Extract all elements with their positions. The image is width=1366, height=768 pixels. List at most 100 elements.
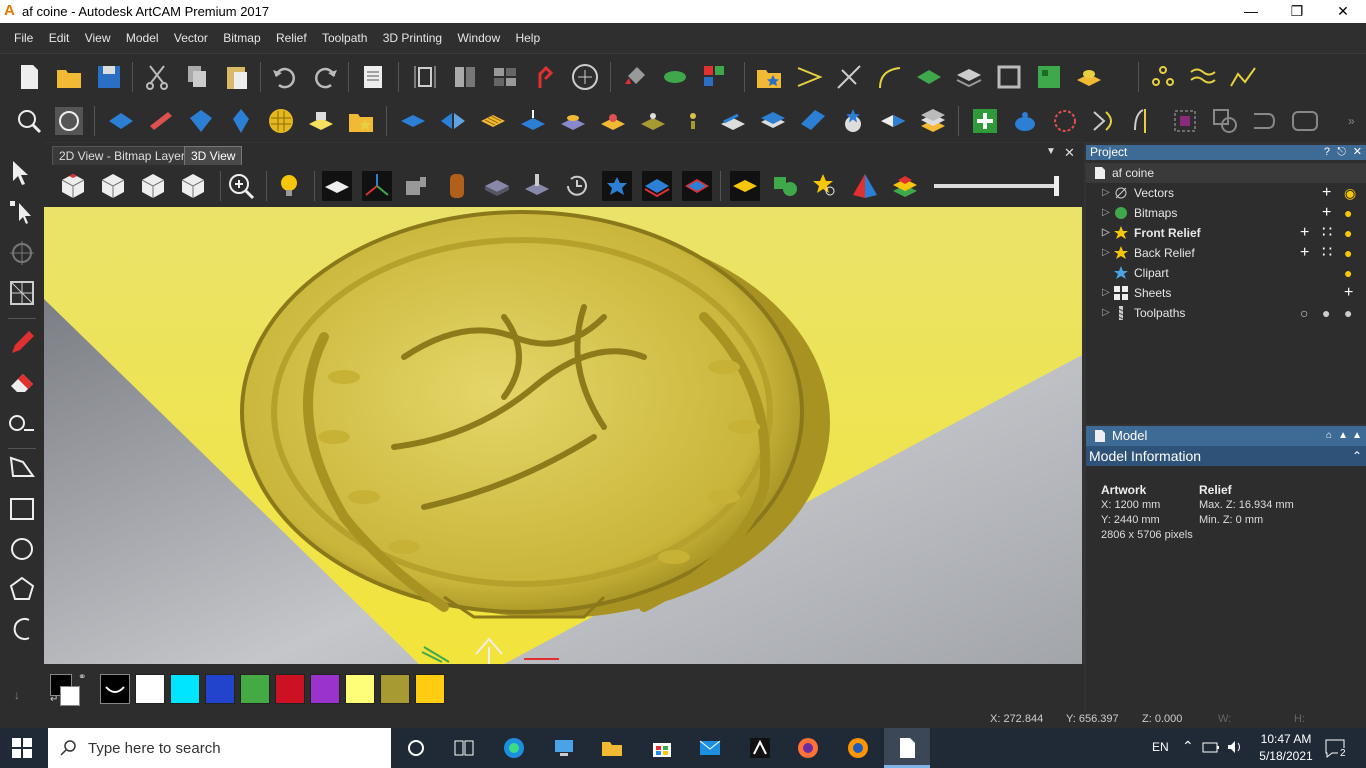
tree-item-clipart[interactable]: Clipart ● [1086, 263, 1366, 283]
mirror-vector-icon[interactable] [1130, 106, 1160, 136]
expand-panel-icon[interactable]: ▲ [1352, 426, 1362, 446]
windows-start-icon[interactable] [12, 738, 32, 758]
select-arrow-icon[interactable] [7, 158, 37, 188]
color-layers-icon[interactable] [890, 171, 920, 201]
distort-icon[interactable] [7, 278, 37, 308]
mail-icon[interactable] [698, 736, 722, 760]
relief-shape-icon[interactable] [106, 106, 136, 136]
mirror-icon[interactable] [450, 62, 480, 92]
new-file-icon[interactable] [14, 62, 44, 92]
polyline-draw-icon[interactable] [7, 452, 37, 482]
model-size-icon[interactable] [410, 62, 440, 92]
align-icon[interactable] [1090, 106, 1120, 136]
app-tools-icon[interactable] [748, 736, 772, 760]
shapes-outline-icon[interactable] [1210, 106, 1240, 136]
secondary-color-swatch[interactable] [60, 686, 80, 706]
top-view-icon[interactable] [178, 171, 208, 201]
expand-arrow-icon[interactable]: ▷ [1102, 203, 1110, 223]
tab-dropdown-icon[interactable]: ▼ [1046, 146, 1056, 157]
menu-help[interactable]: Help [509, 23, 546, 53]
swap-colors-icon[interactable]: ↵ [50, 694, 58, 705]
rectangle-icon[interactable] [7, 494, 37, 524]
expand-arrow-icon[interactable]: ▷ [1102, 183, 1110, 203]
add-green-icon[interactable] [970, 106, 1000, 136]
battery-icon[interactable] [1202, 738, 1220, 756]
menu-vector[interactable]: Vector [168, 23, 214, 53]
yellow-relief-icon[interactable] [730, 171, 760, 201]
menu-3d-printing[interactable]: 3D Printing [377, 23, 448, 53]
palette-swatch[interactable] [310, 674, 340, 704]
rounded-rect-icon[interactable] [1290, 106, 1320, 136]
tree-item-front-relief[interactable]: ▷ Front Relief + ∷ ● [1086, 223, 1366, 243]
paste-icon[interactable] [222, 62, 252, 92]
add-bitmap-layer-icon[interactable]: + [1322, 203, 1331, 223]
grid-icon[interactable] [490, 62, 520, 92]
clock-time[interactable]: 10:47 AM [1256, 732, 1316, 746]
menu-view[interactable]: View [79, 23, 117, 53]
document-list-icon[interactable] [358, 62, 388, 92]
relief-options-icon[interactable]: ∷ [1322, 223, 1332, 243]
color-select-icon[interactable] [700, 62, 730, 92]
visibility-bulb-icon[interactable]: ● [1344, 203, 1352, 223]
trim-vector-icon[interactable] [834, 62, 864, 92]
tab-close-icon[interactable]: ✕ [1064, 145, 1075, 161]
link-colors-icon[interactable]: ⚭ [78, 672, 86, 683]
menu-window[interactable]: Window [451, 23, 506, 53]
folder-star-icon[interactable] [346, 106, 376, 136]
eraser-icon[interactable] [7, 368, 37, 398]
smooth-icon[interactable] [718, 106, 748, 136]
front-relief-view-icon[interactable] [642, 171, 672, 201]
node-edit-icon[interactable] [570, 62, 600, 92]
black-shape-swatch[interactable] [100, 674, 130, 704]
blue-block-icon[interactable] [798, 106, 828, 136]
redo-icon[interactable] [310, 62, 340, 92]
tree-item-bitmaps[interactable]: ▷ Bitmaps + ● [1086, 203, 1366, 223]
visibility-bulb-icon[interactable]: ● [1344, 223, 1352, 243]
spin-icon[interactable] [186, 106, 216, 136]
home-icon[interactable]: ⌂ [1326, 426, 1332, 446]
palette-swatch[interactable] [205, 674, 235, 704]
model-info-header[interactable]: Model Information ⌃ [1086, 446, 1366, 466]
chevron-up-icon[interactable]: ⌃ [1352, 446, 1362, 466]
tree-root[interactable]: af coine [1086, 163, 1366, 183]
add-sheet-icon[interactable]: + [1344, 283, 1353, 303]
green-shapes-icon[interactable] [770, 171, 800, 201]
tree-item-vectors[interactable]: ▷ Vectors + ◉ [1086, 183, 1366, 203]
node-select-icon[interactable] [7, 198, 37, 228]
points-icon[interactable] [1148, 62, 1178, 92]
zoom-extents-icon[interactable] [14, 106, 44, 136]
bowl-icon[interactable] [638, 106, 668, 136]
tab-3d-view[interactable]: 3D View [184, 146, 243, 166]
menu-toolpath[interactable]: Toolpath [316, 23, 373, 53]
dome-icon[interactable] [598, 106, 628, 136]
axes-icon[interactable] [362, 171, 392, 201]
taskbar-search[interactable]: Type here to search [48, 728, 391, 768]
frame-icon[interactable] [994, 62, 1024, 92]
language-indicator[interactable]: EN [1152, 740, 1169, 754]
tool-holder-icon[interactable] [402, 171, 432, 201]
expand-arrow-icon[interactable]: ▷ [1102, 243, 1110, 263]
palette-swatch[interactable] [415, 674, 445, 704]
menu-bitmap[interactable]: Bitmap [217, 23, 266, 53]
blue-plate-icon[interactable] [398, 106, 428, 136]
shaded-plane-icon[interactable] [322, 171, 352, 201]
layer-stack-icon[interactable] [918, 106, 948, 136]
palette-swatch[interactable] [275, 674, 305, 704]
zoom-icon[interactable] [226, 171, 256, 201]
taskbar-artcam-button[interactable] [884, 728, 930, 768]
circle-pattern-icon[interactable] [1050, 106, 1080, 136]
cortana-icon[interactable] [404, 736, 428, 760]
drop-icon[interactable] [678, 106, 708, 136]
toolbar-overflow-icon[interactable]: » [1348, 114, 1355, 128]
lasso-icon[interactable] [7, 408, 37, 438]
turn-icon[interactable] [226, 106, 256, 136]
palette-swatch[interactable] [240, 674, 270, 704]
expand-arrow-icon[interactable]: ▷ [1102, 283, 1110, 303]
gray-block-icon[interactable] [482, 171, 512, 201]
file-explorer-icon[interactable] [600, 736, 624, 760]
pc-icon[interactable] [552, 736, 576, 760]
transform-icon[interactable] [7, 238, 37, 268]
wave-lines-icon[interactable] [1188, 62, 1218, 92]
firefox-dev-icon[interactable] [846, 736, 870, 760]
store-icon[interactable] [650, 736, 674, 760]
